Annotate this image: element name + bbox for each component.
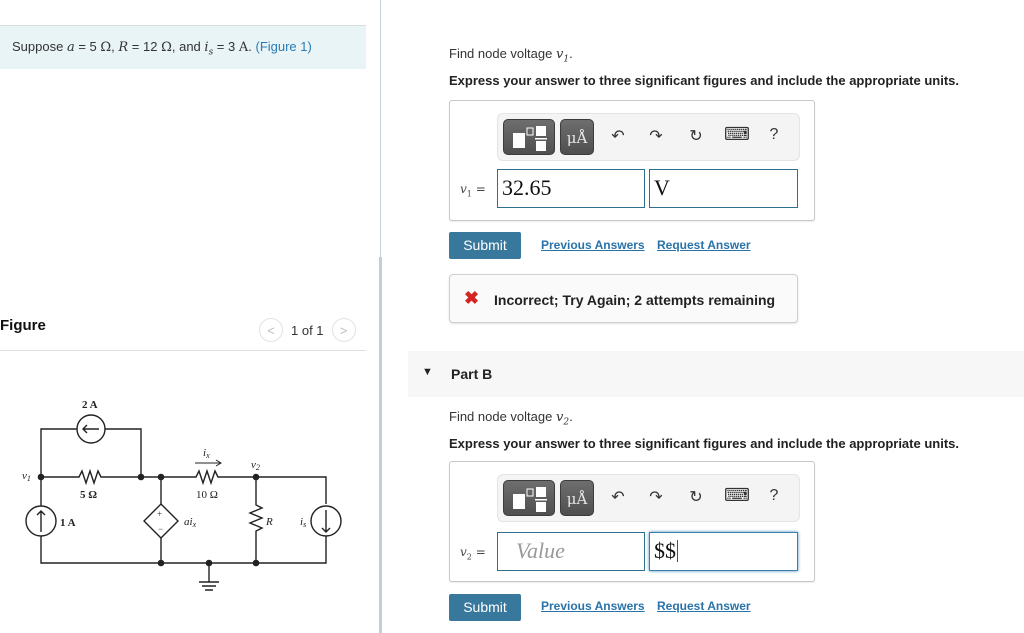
chevron-right-icon: >	[339, 322, 348, 338]
part-a-submit-button[interactable]: Submit	[449, 232, 521, 259]
redo-icon[interactable]: ↷	[644, 487, 668, 507]
v2-label: v2 =	[460, 545, 486, 562]
prompt-text: Find node voltage	[449, 46, 556, 61]
templates-button[interactable]	[503, 119, 555, 155]
chevron-left-icon: <	[267, 322, 275, 338]
wire-top-loop	[40, 428, 142, 474]
part-a-feedback: ✖ Incorrect; Try Again; 2 attempts remai…	[449, 274, 798, 323]
v1-label: v1 =	[460, 182, 486, 199]
label-2a: 2 A	[82, 399, 98, 411]
undo-icon[interactable]: ↶	[606, 487, 630, 507]
label-1a: 1 A	[60, 517, 76, 529]
right-pane: Find node voltage v1. Express your answe…	[382, 0, 1024, 633]
help-icon[interactable]: ?	[762, 126, 786, 144]
reset-icon[interactable]: ↻	[684, 487, 708, 507]
label-v1: v1	[22, 470, 31, 483]
part-b-submit-button[interactable]: Submit	[449, 594, 521, 621]
ix-arrow-icon	[195, 459, 222, 467]
part-b-prompt: Find node voltage v2.	[449, 409, 573, 428]
templates-icon	[513, 487, 547, 512]
next-figure-button[interactable]: >	[331, 318, 356, 342]
label-ix: ix	[203, 447, 210, 460]
prompt-suffix: .	[569, 46, 573, 61]
a-value: = 5	[74, 39, 101, 54]
wire-bottom	[161, 536, 327, 564]
is-value: = 3	[213, 39, 239, 54]
redo-icon[interactable]: ↷	[644, 126, 668, 146]
part-a-previous-answers-link[interactable]: Previous Answers	[541, 238, 645, 252]
part-b-toolbar: μÅ ↶ ↷ ↻ ⌨ ?	[497, 474, 800, 522]
figure-divider	[0, 350, 366, 351]
v1-unit-input[interactable]: V	[649, 169, 798, 208]
part-a-answer-box: μÅ ↶ ↷ ↻ ⌨ ? v1 = 32.65 V	[449, 100, 815, 221]
part-b-previous-answers-link[interactable]: Previous Answers	[541, 599, 645, 613]
wire-left	[40, 477, 161, 564]
v1-value-input[interactable]: 32.65	[497, 169, 645, 208]
left-pane: Suppose a = 5 Ω, R = 12 Ω, and is = 3 A.…	[0, 0, 380, 633]
unit-input-text: $$	[654, 538, 676, 563]
part-b-header[interactable]: ▼ Part B	[408, 351, 1024, 397]
resistor-10ohm	[161, 468, 327, 504]
plus-sign: +	[157, 509, 162, 519]
collapse-triangle-icon[interactable]: ▼	[422, 366, 433, 378]
text-caret	[677, 540, 678, 562]
templates-icon	[513, 126, 547, 151]
reset-icon[interactable]: ↻	[684, 126, 708, 146]
intro-text: Suppose	[12, 39, 67, 54]
label-v2: v2	[251, 459, 260, 472]
label-r: R	[265, 516, 273, 528]
label-5ohm: 5 Ω	[80, 489, 97, 501]
prev-figure-button[interactable]: <	[259, 318, 283, 342]
arrow-left-icon	[82, 424, 99, 434]
figure-title: Figure	[0, 317, 46, 334]
amp-symbol: A	[238, 40, 249, 55]
part-a-request-answer-link[interactable]: Request Answer	[657, 238, 751, 252]
figure-page-count: 1 of 1	[291, 322, 324, 338]
r-value: = 12	[128, 39, 162, 54]
part-b-request-answer-link[interactable]: Request Answer	[657, 599, 751, 613]
figure-link[interactable]: (Figure 1)	[255, 39, 311, 54]
prompt-suffix: .	[569, 409, 573, 424]
units-button[interactable]: μÅ	[560, 480, 594, 516]
part-a-instruction: Express your answer to three significant…	[449, 73, 959, 88]
part-a-prompt: Find node voltage v1.	[449, 46, 573, 65]
part-a-toolbar: μÅ ↶ ↷ ↻ ⌨ ?	[497, 113, 800, 161]
arrow-up-icon	[36, 510, 46, 532]
separator: , and	[171, 39, 205, 54]
circuit-diagram: 2 A 5 Ω v1 1 A + − aix 10 Ω ix v2 R is	[22, 399, 342, 591]
label-aix: aix	[184, 516, 197, 529]
a-symbol: a	[66, 40, 75, 55]
prompt-text: Find node voltage	[449, 409, 556, 424]
v2-value-input[interactable]: Value	[497, 532, 645, 571]
label-is: is	[300, 516, 306, 529]
arrow-down-icon	[321, 510, 331, 533]
pane-divider	[380, 0, 381, 257]
resistor-r	[248, 477, 264, 563]
undo-icon[interactable]: ↶	[606, 126, 630, 146]
label-10ohm: 10 Ω	[196, 489, 218, 501]
ground-icon	[199, 563, 219, 591]
part-b-title: Part B	[451, 366, 493, 382]
templates-button[interactable]	[503, 480, 555, 516]
figure-pager: < 1 of 1 >	[259, 318, 356, 342]
v2-unit-input[interactable]: $$	[649, 532, 798, 571]
keyboard-icon[interactable]: ⌨	[724, 485, 750, 506]
units-button[interactable]: μÅ	[560, 119, 594, 155]
help-icon[interactable]: ?	[762, 487, 786, 505]
keyboard-icon[interactable]: ⌨	[724, 124, 750, 145]
part-b-answer-box: μÅ ↶ ↷ ↻ ⌨ ? v2 = Value $$	[449, 461, 815, 582]
error-x-icon: ✖	[464, 288, 480, 308]
ohm-symbol: Ω	[100, 40, 112, 55]
feedback-message: Incorrect; Try Again; 2 attempts remaini…	[494, 292, 776, 308]
ohm-symbol: Ω	[161, 40, 172, 55]
problem-intro: Suppose a = 5 Ω, R = 12 Ω, and is = 3 A.…	[0, 25, 366, 69]
minus-sign: −	[158, 524, 163, 534]
r-symbol: R	[118, 40, 129, 55]
part-b-instruction: Express your answer to three significant…	[449, 436, 959, 451]
